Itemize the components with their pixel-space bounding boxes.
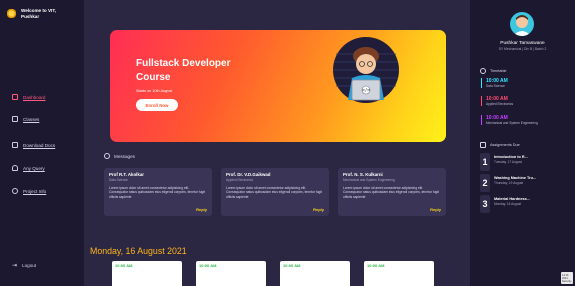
sidebar-nav: Dashboard xyxy=(12,92,45,102)
sidebar-item-download-docs[interactable]: Download Docs xyxy=(12,140,55,150)
message-card: Prof. N. S. Kulkarni Mechanical and Syst… xyxy=(338,168,446,216)
timetable-item[interactable]: 10:00 AM Mechanical and System Engineeri… xyxy=(481,115,538,125)
brand: Welcome to VIT, Pushkar xyxy=(6,8,71,20)
schedule-slot[interactable]: 10:00 AM xyxy=(364,261,434,286)
slot-time: 10:00 AM xyxy=(115,263,133,268)
logout-label: Logout xyxy=(22,263,37,268)
sidebar-item-any-query[interactable]: Any Query xyxy=(12,163,45,173)
logout-icon: ⇥ xyxy=(12,263,18,269)
bell-icon xyxy=(12,165,18,171)
assignment-title: Introduction to R... xyxy=(494,155,528,159)
messages-heading-label: Messages xyxy=(114,153,135,159)
sidebar-item-dashboard[interactable]: Dashboard xyxy=(12,92,45,102)
notification-line: Security... xyxy=(562,280,574,283)
profile-panel: Pushkar Tamaswane SY Mechanical | Div B … xyxy=(470,0,575,286)
avatar[interactable] xyxy=(510,12,534,36)
profile-name: Pushkar Tamaswane xyxy=(500,41,545,46)
developer-illustration: </> xyxy=(333,37,399,103)
sidebar: Welcome to VIT, Pushkar Dashboard Classe… xyxy=(0,0,84,286)
message-sender: Prof. N. S. Kulkarni xyxy=(343,172,383,177)
sidebar-item-label: Any Query xyxy=(23,165,45,171)
reply-link[interactable]: Reply xyxy=(313,207,324,212)
svg-text:</>: </> xyxy=(361,88,370,94)
assignment-item[interactable]: 2 Washing Machine Tru... Thursday, 19 Au… xyxy=(480,174,536,192)
timetable-subject: Mechanical and System Engineering xyxy=(486,121,538,125)
course-banner: Fullstack Developer Course Starts on 10t… xyxy=(110,30,446,142)
timetable-subject: Data Science xyxy=(486,84,505,88)
slot-time: 10:00 AM xyxy=(367,263,385,268)
assignments-heading-label: Assignments Due xyxy=(490,143,520,147)
schedule-slot[interactable]: 10:00 AM xyxy=(196,261,266,286)
calendar-icon xyxy=(480,142,486,148)
sidebar-item-label: Classes xyxy=(23,116,40,122)
document-icon xyxy=(12,142,18,148)
user-avatar-icon xyxy=(513,15,531,36)
reply-link[interactable]: Reply xyxy=(430,207,441,212)
message-card: Prof R.T. Akolkar Data Science Lorem ips… xyxy=(104,168,212,216)
assignment-number: 2 xyxy=(480,174,490,192)
assignment-number: 3 xyxy=(480,195,490,213)
assignment-title: Material Hardness... xyxy=(494,197,530,201)
assignment-item[interactable]: 1 Introduction to R... Tuesday, 17 Augus… xyxy=(480,153,528,171)
timetable-item[interactable]: 10:00 AM Data Science xyxy=(481,78,508,88)
settings-icon xyxy=(12,188,18,194)
message-sender: Prof R.T. Akolkar xyxy=(109,172,144,177)
sun-logo-icon xyxy=(6,8,17,19)
welcome-text: Welcome to VIT, Pushkar xyxy=(21,8,56,19)
message-sender: Prof. Dr. V.D.Gaikwad xyxy=(226,172,271,177)
message-dept: Mechanical and System Engineering xyxy=(343,178,395,182)
sidebar-item-label: Dashboard xyxy=(23,94,46,100)
banner-subtitle: Starts on 10th August xyxy=(136,89,173,93)
timetable-heading-label: Timetable xyxy=(490,69,507,73)
clock-icon xyxy=(104,153,110,159)
clock-icon xyxy=(480,68,486,74)
assignment-due: Tuesday, 17 August xyxy=(494,160,522,164)
sidebar-item-classes[interactable]: Classes xyxy=(12,114,39,124)
banner-title: Fullstack Developer Course xyxy=(136,58,231,83)
assignment-due: Thursday, 19 August xyxy=(494,181,523,185)
message-body: Lorem ipsum dolor sit amet consectetur a… xyxy=(109,186,206,199)
slot-time: 10:00 AM xyxy=(199,263,217,268)
logout-button[interactable]: ⇥ Logout xyxy=(12,262,36,269)
enroll-now-button[interactable]: Enroll Now xyxy=(136,99,178,111)
system-notification[interactable]: 14:16 2021 Security... xyxy=(561,272,573,284)
timetable-heading: Timetable xyxy=(480,68,507,74)
message-body: Lorem ipsum dolor sit amet consectetur a… xyxy=(226,186,323,199)
message-body: Lorem ipsum dolor sit amet consectetur a… xyxy=(343,186,440,199)
profile-meta: SY Mechanical | Div B | Batch 2 xyxy=(498,47,547,51)
timetable-subject: Applied Electronics xyxy=(486,102,514,106)
timetable-item[interactable]: 10:00 AM Applied Electronics xyxy=(481,96,513,106)
sidebar-item-label: Download Docs xyxy=(23,142,56,148)
sidebar-item-label: Project Info xyxy=(23,188,47,194)
message-dept: Data Science xyxy=(109,178,128,182)
sidebar-item-project-info[interactable]: Project Info xyxy=(12,186,46,196)
book-icon xyxy=(12,116,18,122)
assignments-heading: Assignments Due xyxy=(480,142,520,148)
slot-time: 10:00 AM xyxy=(283,263,301,268)
assignment-due: Monday, 16 August xyxy=(494,202,522,206)
dashboard-icon xyxy=(12,94,18,100)
schedule-slot[interactable]: 10:00 AM xyxy=(280,261,350,286)
assignment-number: 1 xyxy=(480,153,490,171)
schedule-slot[interactable]: 10:00 AM xyxy=(112,261,182,286)
schedule-date: Monday, 16 August 2021 xyxy=(90,246,187,256)
reply-link[interactable]: Reply xyxy=(196,207,207,212)
message-dept: Applied Electronics xyxy=(226,178,254,182)
assignment-item[interactable]: 3 Material Hardness... Monday, 16 August xyxy=(480,195,530,213)
message-card: Prof. Dr. V.D.Gaikwad Applied Electronic… xyxy=(221,168,329,216)
messages-heading: Messages xyxy=(104,153,135,159)
assignment-title: Washing Machine Tru... xyxy=(494,176,537,180)
main-content: Fullstack Developer Course Starts on 10t… xyxy=(84,0,470,286)
